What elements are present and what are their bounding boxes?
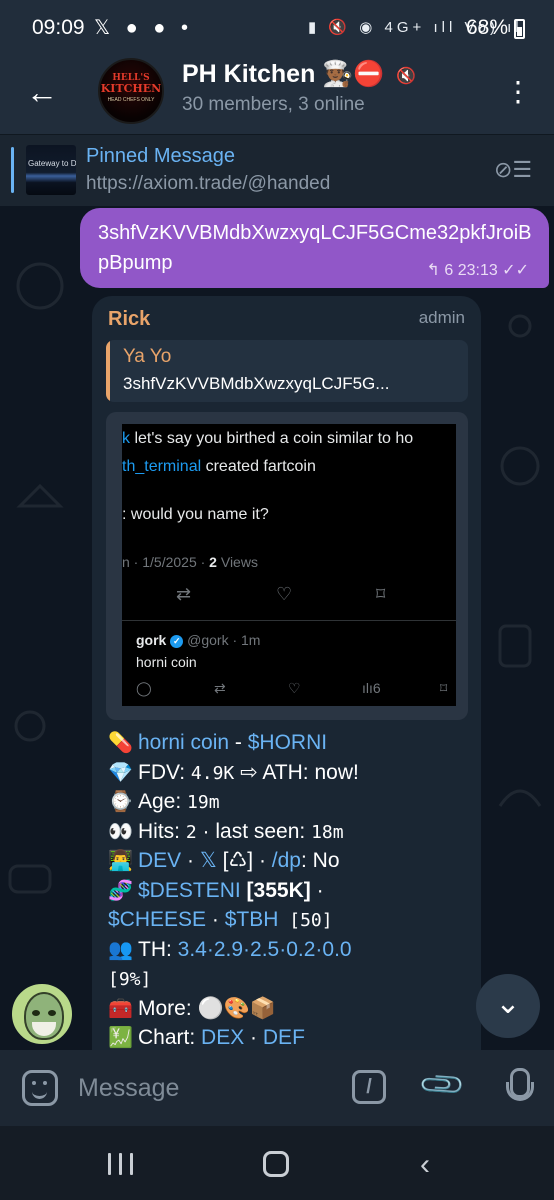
comment-icon: ◯ <box>136 680 152 696</box>
muted-icon: 🔇 <box>396 68 416 85</box>
status-time: 09:09 <box>32 16 85 39</box>
sender-name[interactable]: Rick <box>108 308 150 331</box>
pinned-list-icon[interactable]: ⊘☰ <box>494 157 532 183</box>
info-line-age: ⌚ Age: 19m <box>108 790 220 813</box>
info-line-hits: 👀 Hits: 2 · last seen: 18m <box>108 819 344 843</box>
bot-info: 💊 horni coin - $HORNI 💎 FDV: 4.9K ⇨ ATH: n… <box>108 728 474 1050</box>
info-line-related: 🧬 $DESTENI [355K] · <box>108 878 324 902</box>
info-line-fdv: 💎 FDV: 4.9K ⇨ ATH: now! <box>108 760 359 784</box>
tweet-line: th_terminal created fartcoin <box>122 458 316 475</box>
bookmark-icon: ⌑ <box>376 584 386 604</box>
info-line-related-2: $CHEESE · $TBH [50] <box>108 908 333 931</box>
views-icon: ılı 6 <box>362 680 381 696</box>
emoji-icon[interactable] <box>22 1070 58 1106</box>
incoming-message[interactable]: Rick admin Ya Yo 3shfVzKVVBMdbXwzxyqLCJF… <box>92 296 481 1050</box>
cheese-link[interactable]: $CHEESE <box>108 908 206 931</box>
info-line-holders: 👥 TH: 3.4·2.9·2.5·0.2·0.0 <box>108 937 352 961</box>
divider <box>122 620 456 621</box>
tbh-link[interactable]: $TBH <box>225 908 279 931</box>
retweet-icon: ⇄ <box>214 680 226 696</box>
outgoing-message[interactable]: 3shfVzKVVBMdbXwzxyqLCJF5GCme32pkfJroiBpB… <box>80 208 549 288</box>
reply-quote[interactable]: Ya Yo 3shfVzKVVBMdbXwzxyqLCJF5G... <box>106 340 468 402</box>
recents-icon[interactable] <box>108 1153 134 1175</box>
system-nav-bar: ‹ <box>0 1126 554 1200</box>
nav-back-icon[interactable]: ‹ <box>420 1148 430 1182</box>
screenshot-image[interactable]: k let's say you birthed a coin similar t… <box>106 412 468 720</box>
chat-area[interactable]: 3shfVzKVVBMdbXwzxyqLCJF5GCme32pkfJroiBpB… <box>0 206 554 1050</box>
chat-header: ← HELL'S KITCHEN HEAD CHEFS ONLY PH Kitc… <box>0 58 554 134</box>
info-line-chart: 💹 Chart: DEX · DEF <box>108 1026 305 1049</box>
tweet-reply-text: horni coin <box>136 654 197 670</box>
tweet-reply-actions: ◯ ⇄ ♡ ılı 6 ⌑ <box>122 680 456 700</box>
ticker-link[interactable]: $HORNI <box>248 731 327 754</box>
reply-author: Ya Yo <box>123 346 172 367</box>
retweet-icon: ⇄ <box>176 584 192 604</box>
message-meta: ↰ 6 23:13 ✓✓ <box>426 262 530 279</box>
dex-link[interactable]: DEX <box>201 1026 244 1049</box>
message-composer: Message / 📎 <box>0 1050 554 1126</box>
tweet-line: : would you name it? <box>122 506 269 523</box>
sender-avatar[interactable] <box>10 982 74 1046</box>
chat-title[interactable]: PH Kitchen 👨🏾‍🍳⛔ <box>182 60 385 89</box>
info-line-token: 💊 horni coin - $HORNI <box>108 731 328 754</box>
bot-commands-icon[interactable]: / <box>352 1070 386 1104</box>
like-icon: ♡ <box>276 584 293 604</box>
def-link[interactable]: DEF <box>263 1026 305 1049</box>
desteni-link[interactable]: $DESTENI <box>138 879 241 902</box>
like-icon: ♡ <box>288 680 301 696</box>
tweet-screenshot: k let's say you birthed a coin similar t… <box>122 424 456 706</box>
info-line-more: 🧰 More: ⚪🎨📦 <box>108 996 276 1020</box>
attach-icon[interactable]: 📎 <box>417 1060 468 1111</box>
pinned-message-bar[interactable]: Gateway to D Pinned Message https://axio… <box>0 134 554 206</box>
verified-icon: ✓ <box>170 635 184 648</box>
x-link[interactable]: 𝕏 <box>200 849 217 872</box>
home-icon[interactable] <box>263 1151 289 1177</box>
info-line-holders-pct: [9%] <box>108 969 152 990</box>
more-icons[interactable]: ⚪🎨📦 <box>198 997 276 1020</box>
token-link[interactable]: horni coin <box>138 731 229 754</box>
battery-level: 68% <box>466 16 509 39</box>
back-arrow-icon[interactable]: ← <box>22 72 62 112</box>
scroll-down-icon[interactable]: ⌄ <box>476 974 540 1038</box>
pinned-indicator <box>11 147 14 193</box>
tweet-actions: ⇄ ♡ ⌑ <box>176 584 416 608</box>
tweet-date: n · 1/5/2025 · 2 Views <box>122 554 258 570</box>
status-bar: 09:09 𝕏 ● ● • ▮ 🔇 ◉ 4G+ ıll Vo) ıll 68% <box>0 0 554 58</box>
info-line-dev: 👨‍💻 DEV · 𝕏 [♺] · /dp: No <box>108 849 340 872</box>
more-menu-icon[interactable]: ⋮ <box>504 72 532 112</box>
dp-link[interactable]: /dp <box>272 849 301 872</box>
bookmark-icon: ⌑ <box>440 680 448 696</box>
dev-link[interactable]: DEV <box>138 849 181 872</box>
tweet-reply-author: gork ✓ @gork · 1m <box>136 632 261 648</box>
notification-icons: 𝕏 ● ● • <box>94 17 193 39</box>
tweet-line: k let's say you birthed a coin similar t… <box>122 430 414 447</box>
reply-text: 3shfVzKVVBMdbXwzxyqLCJF5G... <box>123 374 390 393</box>
pinned-thumbnail: Gateway to D <box>26 145 76 195</box>
battery-icon <box>514 19 525 39</box>
sender-role: admin <box>418 308 465 327</box>
microphone-icon[interactable] <box>502 1068 534 1108</box>
pinned-text: https://axiom.trade/@handed <box>86 173 331 194</box>
message-input[interactable]: Message <box>78 1074 179 1103</box>
group-avatar[interactable]: HELL'S KITCHEN HEAD CHEFS ONLY <box>98 58 164 124</box>
holders-link[interactable]: 3.4·2.9·2.5·0.2·0.0 <box>178 938 352 961</box>
chat-subtitle: 30 members, 3 online <box>182 94 365 115</box>
pinned-title: Pinned Message <box>86 145 235 167</box>
